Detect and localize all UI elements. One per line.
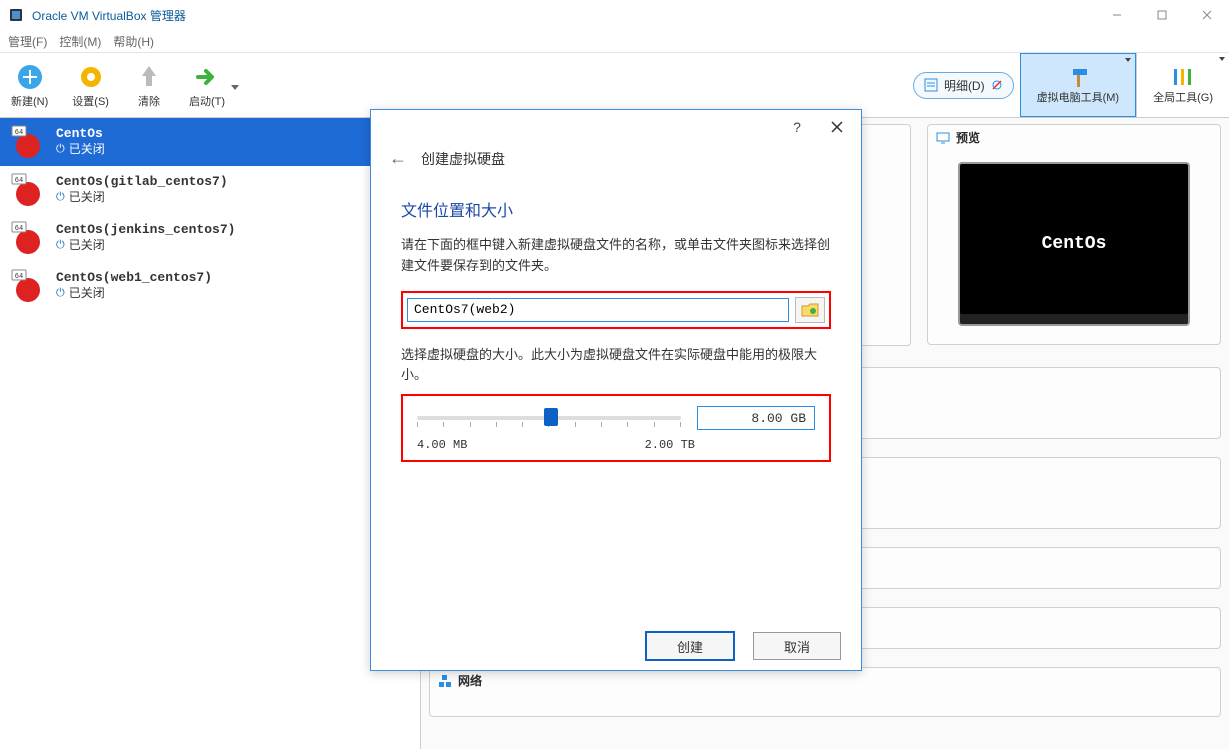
vm-os-icon: 64: [10, 172, 46, 208]
filename-row-highlight: [401, 291, 831, 329]
close-button[interactable]: [1184, 0, 1229, 30]
maximize-button[interactable]: [1139, 0, 1184, 30]
svg-text:64: 64: [15, 129, 23, 137]
minimize-button[interactable]: [1094, 0, 1139, 30]
chevron-down-icon: [1219, 57, 1225, 61]
gear-icon: [75, 61, 107, 93]
start-icon: [191, 61, 223, 93]
network-title: 网络: [458, 672, 482, 689]
discard-button[interactable]: 清除: [126, 58, 172, 112]
back-button[interactable]: ←: [389, 148, 407, 169]
browse-button[interactable]: [795, 297, 825, 323]
svg-text:64: 64: [15, 177, 23, 185]
filename-input[interactable]: [407, 298, 789, 322]
dialog-heading: 文件位置和大小: [401, 197, 831, 221]
folder-icon: [801, 302, 819, 318]
menu-control[interactable]: 控制(M): [59, 33, 101, 50]
vm-name: CentOs: [56, 126, 105, 143]
power-icon: ⏻: [56, 143, 65, 157]
size-slider[interactable]: [417, 408, 681, 428]
dialog-close-button[interactable]: [817, 112, 857, 142]
dialog-size-description: 选择虚拟硬盘的大小。此大小为虚拟硬盘文件在实际硬盘中能用的极限大小。: [401, 345, 831, 387]
preview-panel: 预览 CentOs: [927, 124, 1221, 345]
vm-os-icon: 64: [10, 124, 46, 160]
window-titlebar: Oracle VM VirtualBox 管理器: [0, 0, 1229, 30]
vm-os-icon: 64: [10, 220, 46, 256]
chevron-down-icon: [1125, 58, 1131, 62]
vm-os-icon: 64: [10, 268, 46, 304]
vm-name: CentOs(gitlab_centos7): [56, 174, 228, 191]
tools-icon: [1168, 65, 1198, 89]
slider-min-label: 4.00 MB: [417, 438, 467, 452]
cancel-button[interactable]: 取消: [753, 632, 841, 660]
preview-thumbnail[interactable]: CentOs: [958, 162, 1190, 326]
start-button[interactable]: 启动(T): [182, 58, 232, 112]
dialog-help-button[interactable]: ?: [777, 112, 817, 142]
global-tools-tab[interactable]: 全局工具(G): [1136, 53, 1229, 117]
hammer-icon: [1063, 65, 1093, 89]
new-icon: [14, 61, 46, 93]
preview-title: 预览: [956, 129, 980, 146]
detail-toggle[interactable]: 明细(D): [913, 72, 1014, 99]
power-icon: ⏻: [56, 191, 65, 205]
network-panel: 网络: [429, 667, 1221, 717]
power-icon: ⏻: [56, 239, 65, 253]
new-vm-button[interactable]: 新建(N): [4, 58, 55, 112]
dialog-title: 创建虚拟硬盘: [421, 149, 505, 169]
slider-max-label: 2.00 TB: [645, 438, 695, 452]
slider-thumb[interactable]: [544, 408, 558, 426]
app-icon: [8, 7, 24, 23]
discard-icon: [133, 61, 165, 93]
vm-tools-tab[interactable]: 虚拟电脑工具(M): [1020, 53, 1137, 117]
vm-item[interactable]: 64 CentOs(gitlab_centos7) ⏻已关闭: [0, 166, 420, 214]
power-icon: ⏻: [56, 287, 65, 301]
window-title: Oracle VM VirtualBox 管理器: [32, 7, 186, 24]
pin-icon: [991, 79, 1003, 91]
vm-item[interactable]: 64 CentOs(jenkins_centos7) ⏻已关闭: [0, 214, 420, 262]
menu-bar: 管理(F) 控制(M) 帮助(H): [0, 30, 1229, 52]
monitor-icon: [936, 131, 950, 145]
size-value-field[interactable]: 8.00 GB: [697, 406, 815, 430]
create-button[interactable]: 创建: [645, 631, 735, 661]
dialog-description: 请在下面的框中键入新建虚拟硬盘文件的名称，或单击文件夹图标来选择创建文件要保存到…: [401, 235, 831, 277]
vm-item[interactable]: 64 CentOs(web1_centos7) ⏻已关闭: [0, 262, 420, 310]
create-disk-dialog: ? ← 创建虚拟硬盘 文件位置和大小 请在下面的框中键入新建虚拟硬盘文件的名称，…: [370, 109, 862, 671]
vm-name: CentOs(jenkins_centos7): [56, 222, 235, 239]
vm-item[interactable]: 64 CentOs ⏻已关闭: [0, 118, 420, 166]
menu-help[interactable]: 帮助(H): [113, 33, 154, 50]
menu-file[interactable]: 管理(F): [8, 33, 47, 50]
svg-text:64: 64: [15, 225, 23, 233]
settings-button[interactable]: 设置(S): [65, 58, 116, 112]
list-icon: [924, 78, 938, 92]
vm-list: 64 CentOs ⏻已关闭 64 CentOs(gitlab_centos7)…: [0, 118, 421, 749]
network-icon: [438, 674, 452, 688]
vm-name: CentOs(web1_centos7): [56, 270, 212, 287]
svg-text:64: 64: [15, 273, 23, 281]
size-row-highlight: 8.00 GB 4.00 MB 2.00 TB: [401, 394, 831, 462]
